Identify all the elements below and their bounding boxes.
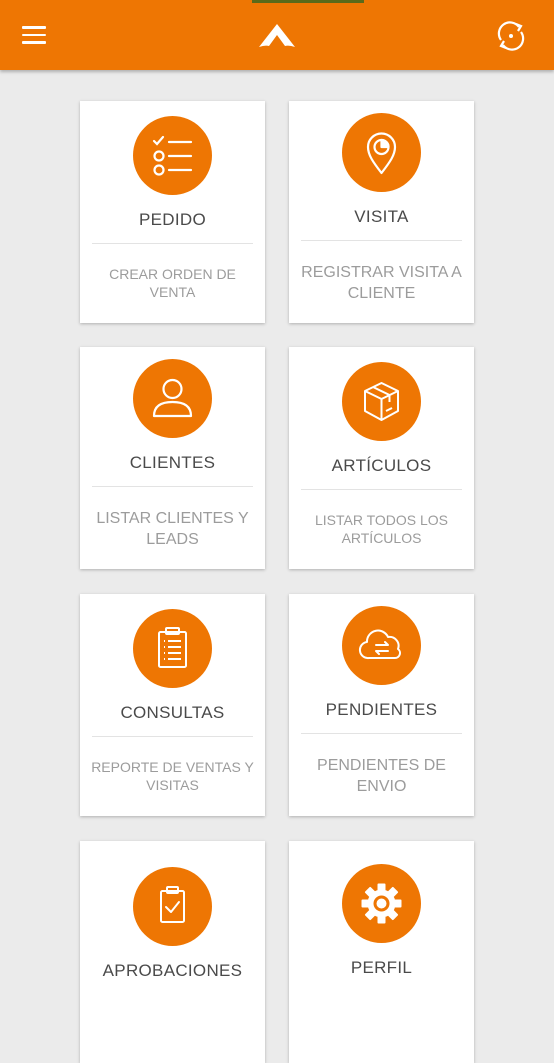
card-divider xyxy=(301,733,462,734)
card-divider xyxy=(92,243,253,244)
card-aprobaciones[interactable]: APROBACIONES xyxy=(80,841,265,1063)
card-title: CONSULTAS xyxy=(120,703,225,722)
card-description: REGISTRAR VISITA A CLIENTE xyxy=(301,264,462,302)
card-divider xyxy=(301,489,462,490)
card-title: PERFIL xyxy=(350,958,413,977)
cloud-transfer-icon xyxy=(342,606,421,685)
card-divider xyxy=(301,240,462,241)
card-visita[interactable]: VISITA REGISTRAR VISITA A CLIENTE xyxy=(289,101,474,323)
card-description: REPORTE DE VENTAS Y VISITAS xyxy=(91,759,254,793)
card-title: APROBACIONES xyxy=(102,961,243,980)
card-pedido[interactable]: PEDIDO CREAR ORDEN DE VENTA xyxy=(80,101,265,323)
card-description: LISTAR TODOS LOS ARTÍCULOS xyxy=(314,512,449,546)
gear-icon xyxy=(342,864,421,943)
card-title: PEDIDO xyxy=(139,210,206,229)
card-description: PENDIENTES DE ENVIO xyxy=(317,757,446,795)
card-title: PENDIENTES xyxy=(325,700,438,719)
brand-logo-icon xyxy=(259,24,295,47)
card-title: VISITA xyxy=(354,207,409,226)
card-articulos[interactable]: ARTÍCULOS LISTAR TODOS LOS ARTÍCULOS xyxy=(289,347,474,569)
card-title: CLIENTES xyxy=(129,453,216,472)
user-icon xyxy=(133,359,212,438)
card-pendientes[interactable]: PENDIENTES PENDIENTES DE ENVIO xyxy=(289,594,474,816)
box-icon xyxy=(342,362,421,441)
card-description: CREAR ORDEN DE VENTA xyxy=(109,266,236,300)
card-consultas[interactable]: CONSULTAS REPORTE DE VENTAS Y VISITAS xyxy=(80,594,265,816)
card-description: LISTAR CLIENTES Y LEADS xyxy=(96,510,249,548)
card-perfil[interactable]: PERFIL xyxy=(289,841,474,1063)
clipboard-check-icon xyxy=(133,867,212,946)
sync-refresh-icon[interactable] xyxy=(493,18,529,54)
app-header xyxy=(0,0,554,70)
card-clientes[interactable]: CLIENTES LISTAR CLIENTES Y LEADS xyxy=(80,347,265,569)
card-divider xyxy=(92,486,253,487)
checklist-icon xyxy=(133,116,212,195)
location-pin-icon xyxy=(342,113,421,192)
clipboard-list-icon xyxy=(133,609,212,688)
card-divider xyxy=(92,736,253,737)
hamburger-menu-icon[interactable] xyxy=(22,26,46,44)
card-title: ARTÍCULOS xyxy=(331,456,432,475)
header-accent-line xyxy=(252,0,364,3)
